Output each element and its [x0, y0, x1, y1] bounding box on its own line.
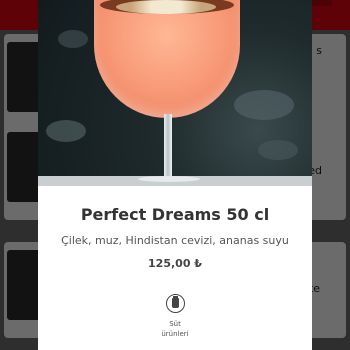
product-photo	[38, 0, 312, 186]
product-price: 125,00 ₺	[148, 257, 202, 270]
milk-carton-icon	[165, 294, 185, 313]
product-title: Perfect Dreams 50 cl	[80, 205, 270, 224]
cocktail-glass	[94, 0, 240, 118]
product-detail-modal: Perfect Dreams 50 cl Çilek, muz, Hindist…	[38, 0, 312, 350]
allergen-label-line1: Süt	[169, 320, 181, 328]
allergen-label-line2: ürünleri	[161, 330, 189, 338]
allergen-badge: Süt ürünleri	[150, 294, 200, 339]
product-description: Çilek, muz, Hindistan cevizi, ananas suy…	[61, 234, 289, 247]
